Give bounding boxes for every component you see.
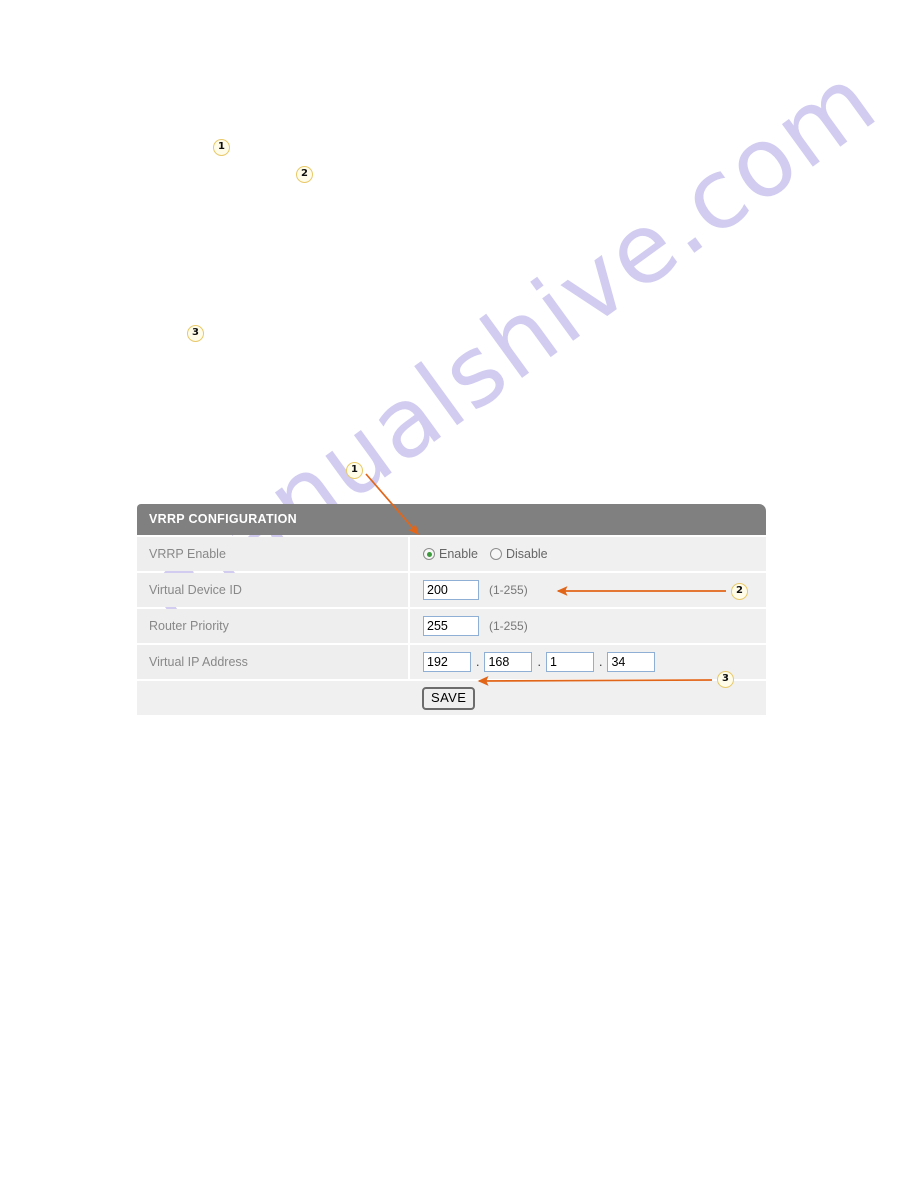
table-row-virtual-device-id: Virtual Device ID 200 (1-255) [137,573,766,607]
radio-disable-icon[interactable] [489,548,502,560]
input-ip-octet-3[interactable]: 1 [545,652,594,672]
callout-marker-3-panel: 3 [717,671,734,688]
table-row-actions: SAVE [137,681,766,715]
radio-enable-icon[interactable] [423,548,435,560]
value-virtual-ip-address: 192 . 168 . 1 . 34 [410,645,766,679]
label-vrrp-enable: VRRP Enable [137,537,408,571]
label-router-priority: Router Priority [137,609,408,643]
radio-disable-label: Disable [505,547,548,561]
radio-option-disable[interactable]: Disable [489,547,548,561]
hint-virtual-device-id: (1-255) [489,583,528,597]
table-row-router-priority: Router Priority 255 (1-255) [137,609,766,643]
input-ip-octet-2[interactable]: 168 [484,652,533,672]
callout-marker-2-panel: 2 [731,583,748,600]
input-router-priority[interactable]: 255 [423,616,479,636]
table-row-vrrp-enable: VRRP Enable Enable Disable [137,537,766,571]
callout-marker-1-panel: 1 [346,462,363,479]
value-vrrp-enable: Enable Disable [410,537,766,571]
radio-group-vrrp-enable: Enable Disable [423,547,560,561]
save-button[interactable]: SAVE [422,686,476,710]
value-router-priority: 255 (1-255) [410,609,766,643]
label-virtual-device-id: Virtual Device ID [137,573,408,607]
input-ip-octet-1[interactable]: 192 [423,652,471,672]
label-virtual-ip-address: Virtual IP Address [137,645,408,679]
ip-separator-1: . [476,655,480,669]
ip-separator-2: . [537,655,541,669]
callout-marker-2-top: 2 [296,166,313,183]
callout-marker-3-top: 3 [187,325,204,342]
panel-title: VRRP CONFIGURATION [137,504,766,535]
vrrp-configuration-panel: VRRP CONFIGURATION VRRP Enable Enable Di… [137,504,766,715]
hint-router-priority: (1-255) [489,619,528,633]
value-actions: SAVE [137,681,766,715]
callout-marker-1-top: 1 [213,139,230,156]
input-virtual-device-id[interactable]: 200 [423,580,479,600]
table-row-virtual-ip-address: Virtual IP Address 192 . 168 . 1 . 34 [137,645,766,679]
radio-option-enable[interactable]: Enable [423,547,478,561]
radio-enable-label: Enable [439,547,478,561]
input-ip-octet-4[interactable]: 34 [607,652,656,672]
ip-separator-3: . [598,655,603,669]
value-virtual-device-id: 200 (1-255) [410,573,766,607]
